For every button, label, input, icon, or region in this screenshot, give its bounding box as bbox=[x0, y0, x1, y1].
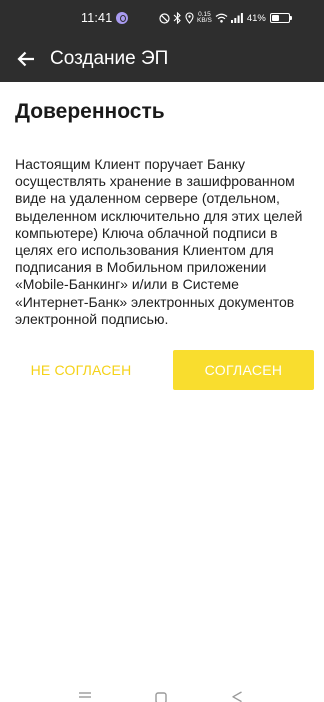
disagree-button[interactable]: НЕ СОГЛАСЕН bbox=[14, 350, 148, 390]
arrow-left-icon bbox=[17, 51, 34, 67]
notification-app-icon bbox=[116, 12, 128, 24]
status-icons: 0.15 KB/S 41% bbox=[159, 10, 293, 26]
network-speed: 0.15 KB/S bbox=[197, 11, 212, 25]
content-area: Доверенность Настоящим Клиент поручает Б… bbox=[0, 82, 324, 670]
agree-button[interactable]: СОГЛАСЕН bbox=[173, 350, 314, 390]
document-heading: Доверенность bbox=[15, 100, 165, 123]
back-triangle-icon[interactable] bbox=[231, 691, 243, 702]
back-button[interactable] bbox=[10, 43, 42, 75]
home-square-icon[interactable] bbox=[155, 692, 167, 702]
battery-icon bbox=[269, 13, 293, 23]
menu-icon[interactable] bbox=[78, 692, 92, 702]
location-icon bbox=[185, 12, 194, 24]
document-body-text: Настоящим Клиент поручает Банку осуществ… bbox=[15, 156, 303, 327]
network-speed-unit: KB/S bbox=[197, 17, 212, 24]
do-not-disturb-icon bbox=[159, 12, 170, 24]
wifi-icon bbox=[215, 13, 228, 23]
app-bar: Создание ЭП bbox=[0, 37, 324, 82]
battery-percent: 41% bbox=[246, 12, 266, 24]
page-title: Создание ЭП bbox=[50, 48, 169, 69]
status-bar: 11:41 0.15 KB/S 41% bbox=[0, 0, 324, 37]
system-nav-bar bbox=[0, 670, 324, 702]
status-time: 11:41 bbox=[81, 11, 113, 25]
bluetooth-icon bbox=[173, 12, 182, 24]
signal-icon bbox=[230, 13, 243, 23]
